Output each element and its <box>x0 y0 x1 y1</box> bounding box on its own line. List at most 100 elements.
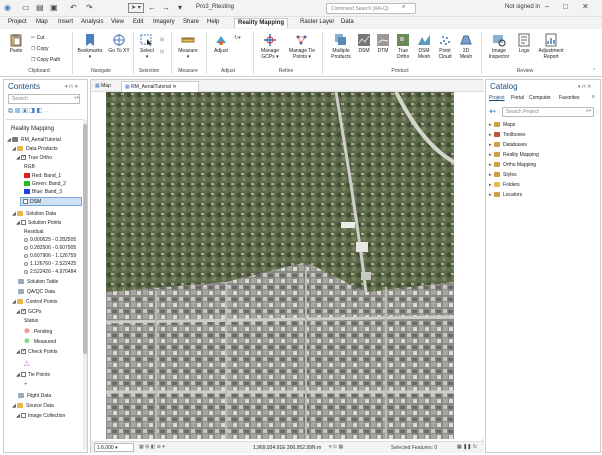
tree-gcps[interactable]: ◢GCPs <box>16 308 41 315</box>
image-inspector-button[interactable]: Image Inspector <box>485 33 513 60</box>
tab-help[interactable]: Help <box>204 18 222 28</box>
tree-solution-data[interactable]: ◢ Solution Data <box>12 211 56 217</box>
go-to-xy-button[interactable]: Go To XY <box>108 33 130 54</box>
pause-refresh-icons[interactable]: ▦ ❚❚ ↻ <box>457 444 477 450</box>
tab-data[interactable]: Data <box>338 18 357 28</box>
catalog-item-toolboxes[interactable]: ▸ Toolboxes <box>489 132 526 138</box>
checkbox-icon[interactable] <box>21 413 26 419</box>
catalog-tab-portal[interactable]: Portal <box>511 95 524 101</box>
catalog-item-databases[interactable]: ▸ Databases <box>489 142 527 148</box>
back-icon[interactable]: ← <box>148 3 156 12</box>
scale-select[interactable]: 1:6,000 ▾ <box>94 443 134 452</box>
new-project-icon[interactable]: ▭ <box>22 3 30 12</box>
tab-imagery[interactable]: Imagery <box>150 18 178 28</box>
dtm-button[interactable]: DTM <box>375 33 391 54</box>
catalog-tab-favorites[interactable]: Favorites <box>559 95 580 101</box>
pane-options-icon[interactable]: ▾ ⊓ ✕ <box>578 84 591 90</box>
manage-gcps-button[interactable]: Manage GCPs ▾ <box>257 33 283 60</box>
checkbox-icon[interactable] <box>21 372 26 378</box>
map-status-icons[interactable]: ▦ ⊞ ◧ ⊕ ▾ <box>139 444 165 450</box>
customize-icon[interactable]: ▾ <box>178 3 182 12</box>
tree-solution-points[interactable]: ◢ Solution Points <box>16 220 61 226</box>
pointer-tool-icon[interactable]: ➤ ▾ <box>128 3 144 13</box>
tab-raster-layer[interactable]: Raster Layer <box>297 18 337 28</box>
checkbox-icon[interactable] <box>23 199 28 205</box>
tree-control-points[interactable]: ◢ Control Points <box>12 299 57 305</box>
adjustment-report-button[interactable]: Adjustment Report <box>536 33 566 60</box>
tree-image-collection[interactable]: ◢ Image Collection <box>16 413 65 419</box>
save-icon[interactable]: ▣ <box>50 3 58 12</box>
forward-icon[interactable]: → <box>162 3 170 12</box>
catalog-search-input[interactable]: Search Project <box>502 107 594 117</box>
catalog-item-ortho-mapping[interactable]: ▸ Ortho Mapping <box>489 162 536 168</box>
close-icon[interactable]: ✕ <box>582 2 589 11</box>
minimize-icon[interactable]: – <box>545 2 549 11</box>
checkbox-icon[interactable] <box>21 308 26 315</box>
tree-check-points[interactable]: ◢Check Points <box>16 348 57 355</box>
undo-icon[interactable]: ↶ <box>70 3 77 12</box>
redo-icon[interactable]: ↷ <box>86 3 93 12</box>
catalog-tab-computer[interactable]: Computer <box>529 95 551 101</box>
sign-in-status[interactable]: Not signed in <box>505 4 540 10</box>
tree-true-ortho[interactable]: ◢True Ortho <box>16 154 52 161</box>
tree-solution-table[interactable]: Solution Table <box>18 279 58 285</box>
coordinate-options-icon[interactable]: ▾ ⊙ ▦ <box>329 444 343 450</box>
tab-rm-aerialtutorial[interactable]: ▦ RM_AerialTutorial ✕ <box>121 81 199 92</box>
tree-data-products[interactable]: ◢ Data Products <box>12 146 58 152</box>
catalog-item-locators[interactable]: ▸ Locators <box>489 192 522 198</box>
point-cloud-button[interactable]: Point Cloud <box>436 33 454 60</box>
contents-scrollbar[interactable] <box>83 120 87 450</box>
select-button[interactable]: Select ▾ <box>137 33 157 60</box>
collapse-ribbon-icon[interactable]: ⌃ <box>592 68 596 74</box>
new-item-icon[interactable]: ✚▾ <box>489 109 496 115</box>
aerial-imagery[interactable] <box>106 92 454 439</box>
measure-button[interactable]: Measure ▾ <box>175 33 201 60</box>
tree-source-data[interactable]: ◢ Source Data <box>12 403 54 409</box>
open-folder-icon[interactable]: ▤ <box>36 3 44 12</box>
catalog-menu-icon[interactable]: ≡ <box>592 94 595 100</box>
cut-button[interactable]: ✂ Cut <box>31 35 44 41</box>
tree-flight-data[interactable]: Flight Data <box>18 393 51 399</box>
maximize-icon[interactable]: □ <box>563 2 568 11</box>
multiple-products-button[interactable]: Multiple Products <box>327 33 355 60</box>
checkbox-icon[interactable] <box>21 154 26 161</box>
clear-selection-icon[interactable]: ⊟ <box>160 49 164 55</box>
manage-tie-points-button[interactable]: Manage Tie Points ▾ <box>287 33 317 60</box>
tab-project[interactable]: Project <box>5 18 30 28</box>
dsm-mesh-button[interactable]: DSM Mesh <box>415 33 433 60</box>
close-tab-icon[interactable]: ✕ <box>172 84 176 90</box>
checkbox-icon[interactable] <box>21 348 26 355</box>
tab-reality-mapping[interactable]: Reality Mapping <box>234 18 289 28</box>
true-ortho-button[interactable]: True Ortho <box>394 33 412 60</box>
logs-button[interactable]: Logs <box>516 33 532 54</box>
catalog-item-maps[interactable]: ▸ Maps <box>489 122 515 128</box>
tab-analysis[interactable]: Analysis <box>78 18 106 28</box>
tab-map[interactable]: Map <box>33 18 51 28</box>
adjust-button[interactable]: Adjust <box>210 33 232 54</box>
bookmarks-button[interactable]: Bookmarks ▾ <box>76 33 104 60</box>
copy-path-button[interactable]: ❐ Copy Path <box>31 57 60 63</box>
paste-button[interactable]: Paste <box>6 33 26 54</box>
adjust-options-icon[interactable]: ↻▾ <box>234 35 241 41</box>
contents-toolbar-icons[interactable]: ⧉ ▤ ▣ ◨ ◧ ⋯ <box>8 108 51 116</box>
catalog-tab-project[interactable]: Project <box>489 95 505 101</box>
pane-options-icon[interactable]: ▾ ⊓ ✕ <box>65 84 78 90</box>
copy-button[interactable]: ❐ Copy <box>31 46 49 52</box>
tab-insert[interactable]: Insert <box>55 18 76 28</box>
tree-dsm-selected[interactable]: DSM <box>20 197 82 206</box>
dsm-button[interactable]: DSM <box>356 33 372 54</box>
catalog-item-reality-mapping[interactable]: ▸ Reality Mapping <box>489 152 539 158</box>
select-by-attributes-icon[interactable]: ⊞ <box>160 37 164 43</box>
checkbox-icon[interactable] <box>21 220 26 226</box>
tree-rm-aerialtutorial[interactable]: ◢ RM_AerialTutorial <box>7 137 61 143</box>
contents-search-input[interactable]: Search <box>8 94 80 104</box>
3d-mesh-button[interactable]: 3D Mesh <box>457 33 475 60</box>
tab-view[interactable]: View <box>108 18 127 28</box>
tab-share[interactable]: Share <box>180 18 202 28</box>
tree-qaqc-data[interactable]: QA/QC Data <box>18 289 55 295</box>
catalog-item-styles[interactable]: ▸ Styles <box>489 172 517 178</box>
tab-map-view[interactable]: ▦ Map <box>95 83 111 89</box>
catalog-item-folders[interactable]: ▸ Folders <box>489 182 520 188</box>
tab-edit[interactable]: Edit <box>130 18 146 28</box>
tree-tie-points[interactable]: ◢ Tie Points <box>16 372 50 378</box>
